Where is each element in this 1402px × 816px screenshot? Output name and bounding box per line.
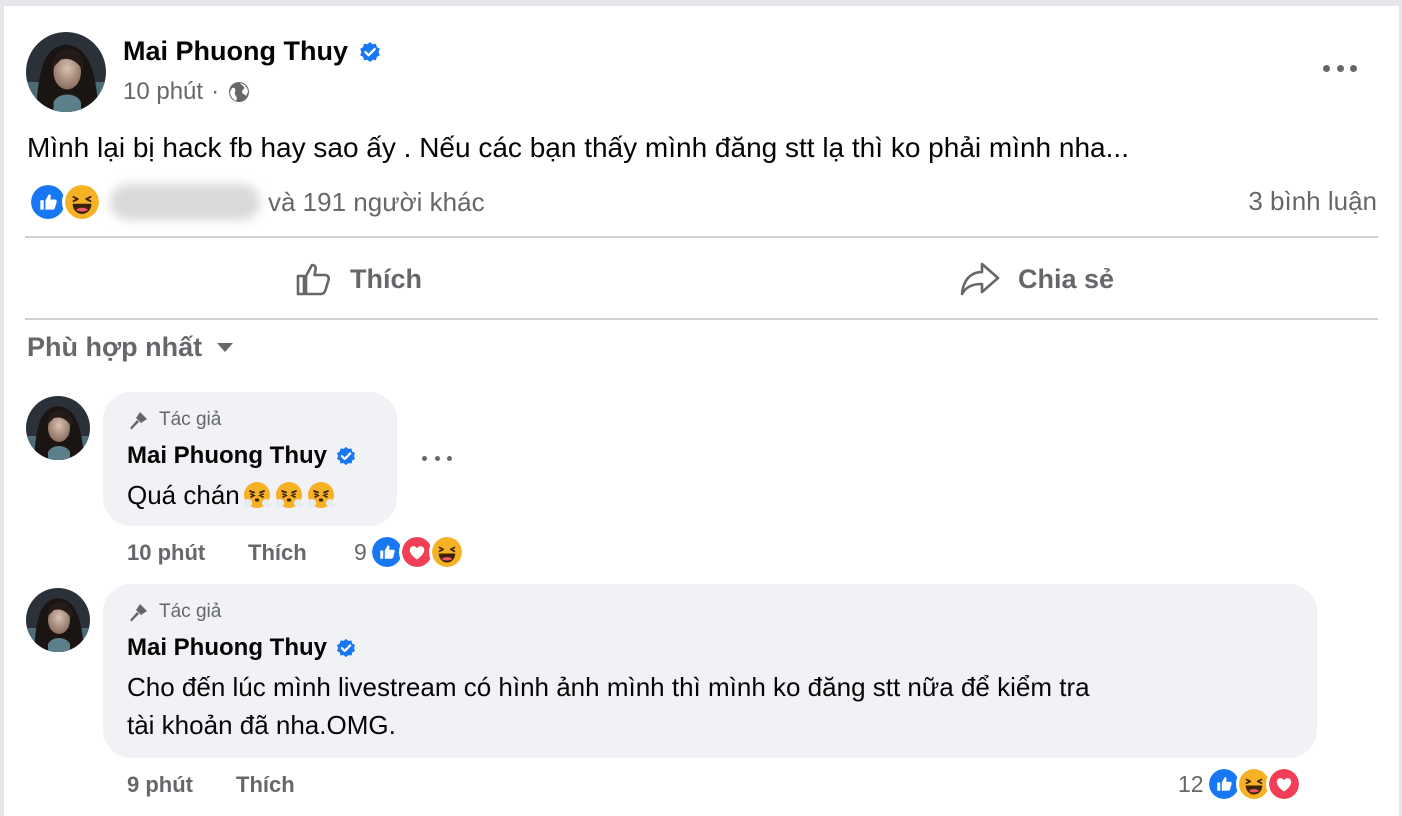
- love-reaction-icon: [1265, 766, 1302, 802]
- globe-icon[interactable]: [227, 80, 251, 104]
- post-more-options-icon[interactable]: [1320, 54, 1360, 82]
- microphone-icon: [130, 412, 147, 430]
- caret-down-icon: [217, 342, 234, 352]
- comment-text-line-1: Cho đến lúc mình livestream có hình ảnh …: [127, 672, 1090, 702]
- comment-count[interactable]: 3 bình luận: [1248, 186, 1377, 217]
- comment-bubble: Tác giả Mai Phuong Thuy Quá chán: [103, 392, 397, 526]
- microphone-icon: [130, 604, 147, 622]
- comment-text: Quá chán: [127, 476, 336, 514]
- comment-reaction-count: 12: [1178, 770, 1204, 797]
- comment-time[interactable]: 10 phút: [127, 540, 205, 566]
- face-with-steam-icon: [306, 480, 336, 510]
- comment-sort-dropdown[interactable]: Phù hợp nhất: [27, 332, 234, 363]
- reactions-count-text[interactable]: và 191 người khác: [268, 187, 485, 218]
- verified-badge-icon: [335, 445, 357, 467]
- comment-more-options-icon[interactable]: [422, 456, 452, 466]
- like-button-label: Thích: [350, 263, 422, 294]
- comment-time[interactable]: 9 phút: [127, 772, 193, 798]
- author-badge: Tác giả: [127, 408, 221, 432]
- share-arrow-icon: [960, 262, 1000, 296]
- haha-reaction-icon: [428, 534, 465, 570]
- haha-reaction-icon: [62, 182, 102, 222]
- comment-reaction-count: 9: [354, 538, 367, 565]
- comment-like-button[interactable]: Thích: [248, 540, 307, 566]
- post-text: Mình lại bị hack fb hay sao ấy . Nếu các…: [27, 132, 1129, 163]
- sort-label: Phù hợp nhất: [27, 332, 203, 362]
- comment-author-name[interactable]: Mai Phuong Thuy: [127, 634, 327, 662]
- post-time[interactable]: 10 phút: [123, 78, 203, 106]
- face-with-steam-icon: [274, 480, 304, 510]
- verified-badge-icon: [358, 40, 382, 64]
- thumbs-up-icon: [296, 263, 331, 296]
- comment-author[interactable]: Mai Phuong Thuy: [127, 442, 357, 470]
- post-reactions-summary[interactable]: và 191 người khác: [28, 180, 485, 224]
- post-author-avatar[interactable]: [26, 32, 106, 112]
- comment-bubble: Tác giả Mai Phuong Thuy Cho đến lúc mình…: [103, 584, 1317, 758]
- author-badge-label: Tác giả: [159, 409, 222, 430]
- comment-reactions[interactable]: 9: [354, 534, 465, 570]
- author-badge-label: Tác giả: [159, 601, 222, 622]
- window-left-edge: [0, 0, 4, 816]
- post-meta: 10 phút ·: [123, 78, 251, 106]
- verified-badge-icon: [335, 637, 357, 659]
- comment-reactions[interactable]: 12: [1178, 766, 1302, 802]
- comment-like-button[interactable]: Thích: [236, 772, 295, 798]
- author-badge: Tác giả: [127, 600, 221, 624]
- like-button[interactable]: Thích: [294, 250, 422, 308]
- meta-separator: ·: [211, 78, 220, 105]
- comment-author-avatar[interactable]: [26, 588, 90, 652]
- share-button[interactable]: Chia sẻ: [958, 250, 1114, 308]
- comment-author[interactable]: Mai Phuong Thuy: [127, 634, 357, 662]
- comment-text-content: Quá chán: [127, 480, 240, 510]
- blurred-reactor-name: [110, 184, 260, 220]
- divider: [25, 236, 1378, 238]
- divider: [25, 318, 1378, 320]
- window-top-edge: [0, 0, 1402, 6]
- face-with-steam-icon: [242, 480, 272, 510]
- share-button-label: Chia sẻ: [1018, 263, 1115, 294]
- comment-author-avatar[interactable]: [26, 396, 90, 460]
- comment-text-line-2: tài khoản đã nha.OMG.: [127, 710, 396, 740]
- comment-author-name[interactable]: Mai Phuong Thuy: [127, 442, 327, 470]
- post-author-name[interactable]: Mai Phuong Thuy: [123, 36, 348, 67]
- post-author[interactable]: Mai Phuong Thuy: [123, 36, 382, 67]
